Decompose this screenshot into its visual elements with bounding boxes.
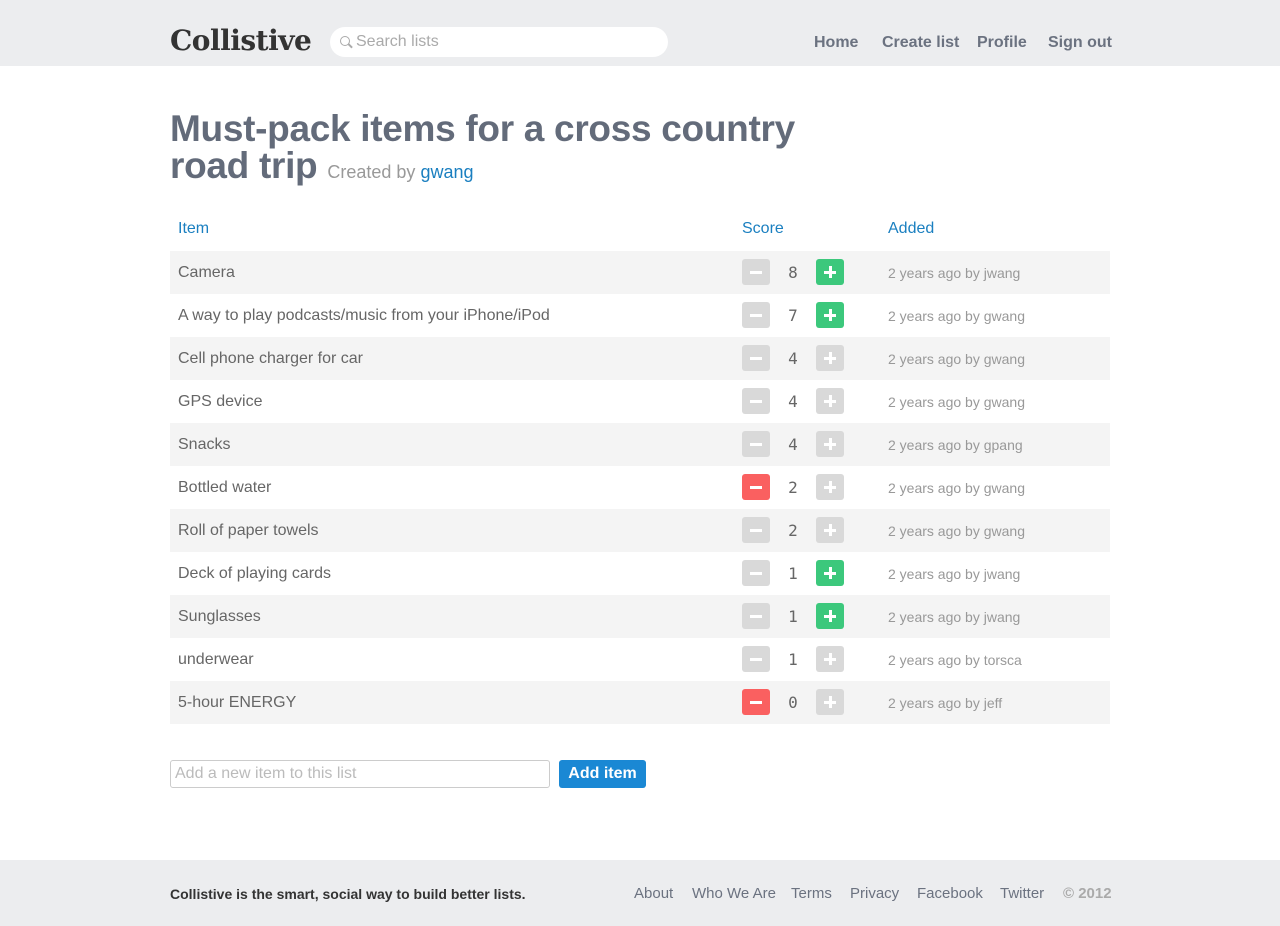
item-name: A way to play podcasts/music from your i… (178, 307, 550, 324)
upvote-button[interactable] (816, 345, 844, 371)
created-by: Created by gwang (327, 162, 473, 182)
item-name: Snacks (178, 436, 231, 453)
list-title: Must-pack items for a cross country road… (170, 110, 830, 191)
item-score: 0 (788, 693, 798, 712)
nav-create-list[interactable]: Create list (882, 34, 959, 52)
footer-link-who-we-are[interactable]: Who We Are (692, 885, 776, 902)
table-row: Bottled water 2 2 years ago by gwang (170, 466, 1110, 509)
item-added: 2 years ago by gwang (888, 394, 1025, 410)
nav-sign-out[interactable]: Sign out (1048, 34, 1112, 52)
upvote-button[interactable] (816, 431, 844, 457)
creator-link[interactable]: gwang (420, 162, 473, 182)
footer: Collistive is the smart, social way to b… (0, 860, 1280, 926)
upvote-button[interactable] (816, 474, 844, 500)
downvote-button[interactable] (742, 474, 770, 500)
logo[interactable]: Collistive (170, 24, 312, 57)
footer-link-terms[interactable]: Terms (791, 885, 832, 902)
item-added: 2 years ago by jwang (888, 566, 1021, 582)
list-title-text: Must-pack items for a cross country road… (170, 108, 795, 186)
footer-link-facebook[interactable]: Facebook (917, 885, 983, 902)
item-name: underwear (178, 651, 254, 668)
column-header-score[interactable]: Score (742, 220, 784, 238)
upvote-button[interactable] (816, 517, 844, 543)
created-by-label: Created by (327, 162, 416, 182)
new-item-input[interactable] (170, 760, 550, 788)
upvote-button[interactable] (816, 646, 844, 672)
footer-link-twitter[interactable]: Twitter (1000, 885, 1044, 902)
item-score: 8 (788, 263, 798, 282)
footer-link-about[interactable]: About (634, 885, 673, 902)
downvote-button[interactable] (742, 646, 770, 672)
upvote-button[interactable] (816, 603, 844, 629)
item-name: Sunglasses (178, 608, 261, 625)
item-score: 7 (788, 306, 798, 325)
item-score: 4 (788, 349, 798, 368)
item-score: 1 (788, 607, 798, 626)
item-added: 2 years ago by torsca (888, 652, 1022, 668)
nav-profile[interactable]: Profile (977, 34, 1027, 52)
search-input[interactable] (356, 27, 656, 57)
item-name: Cell phone charger for car (178, 350, 363, 367)
table-row: underwear 1 2 years ago by torsca (170, 638, 1110, 681)
downvote-button[interactable] (742, 259, 770, 285)
column-header-added[interactable]: Added (888, 220, 934, 238)
upvote-button[interactable] (816, 302, 844, 328)
nav-home[interactable]: Home (814, 34, 858, 52)
item-added: 2 years ago by gwang (888, 308, 1025, 324)
upvote-button[interactable] (816, 560, 844, 586)
item-name: Roll of paper towels (178, 522, 319, 539)
downvote-button[interactable] (742, 302, 770, 328)
top-bar: Collistive Home Create list Profile Sign… (0, 0, 1280, 66)
item-score: 2 (788, 521, 798, 540)
search-icon (340, 36, 350, 46)
item-score: 2 (788, 478, 798, 497)
item-added: 2 years ago by gwang (888, 523, 1025, 539)
table-row: Deck of playing cards 1 2 years ago by jwa… (170, 552, 1110, 595)
item-added: 2 years ago by jeff (888, 695, 1003, 711)
item-name: 5-hour ENERGY (178, 694, 297, 711)
table-row: Camera 8 2 years ago by jwang (170, 251, 1110, 294)
add-item-button[interactable]: Add item (559, 760, 646, 788)
copyright: © 2012 (1063, 885, 1112, 902)
footer-link-privacy[interactable]: Privacy (850, 885, 899, 902)
downvote-button[interactable] (742, 560, 770, 586)
table-row: 5-hour ENERGY 0 2 years ago by jeff (170, 681, 1110, 724)
downvote-button[interactable] (742, 517, 770, 543)
upvote-button[interactable] (816, 259, 844, 285)
table-row: GPS device 4 2 years ago by gwang (170, 380, 1110, 423)
downvote-button[interactable] (742, 345, 770, 371)
upvote-button[interactable] (816, 388, 844, 414)
search-box[interactable] (330, 27, 668, 57)
item-score: 4 (788, 435, 798, 454)
footer-tagline: Collistive is the smart, social way to b… (170, 886, 526, 902)
item-name: GPS device (178, 393, 263, 410)
item-added: 2 years ago by gpang (888, 437, 1023, 453)
item-added: 2 years ago by jwang (888, 265, 1021, 281)
upvote-button[interactable] (816, 689, 844, 715)
downvote-button[interactable] (742, 689, 770, 715)
downvote-button[interactable] (742, 603, 770, 629)
item-added: 2 years ago by jwang (888, 609, 1021, 625)
table-row: Sunglasses 1 2 years ago by jwang (170, 595, 1110, 638)
downvote-button[interactable] (742, 388, 770, 414)
table-row: Roll of paper towels 2 2 years ago by gwan… (170, 509, 1110, 552)
item-added: 2 years ago by gwang (888, 351, 1025, 367)
table-row: A way to play podcasts/music from your i… (170, 294, 1110, 337)
table-row: Cell phone charger for car 4 2 years ago b… (170, 337, 1110, 380)
table-row: Snacks 4 2 years ago by gpang (170, 423, 1110, 466)
item-added: 2 years ago by gwang (888, 480, 1025, 496)
item-score: 1 (788, 564, 798, 583)
item-name: Bottled water (178, 479, 272, 496)
item-name: Camera (178, 264, 235, 281)
downvote-button[interactable] (742, 431, 770, 457)
column-header-item[interactable]: Item (178, 220, 209, 238)
item-score: 4 (788, 392, 798, 411)
item-score: 1 (788, 650, 798, 669)
item-name: Deck of playing cards (178, 565, 331, 582)
